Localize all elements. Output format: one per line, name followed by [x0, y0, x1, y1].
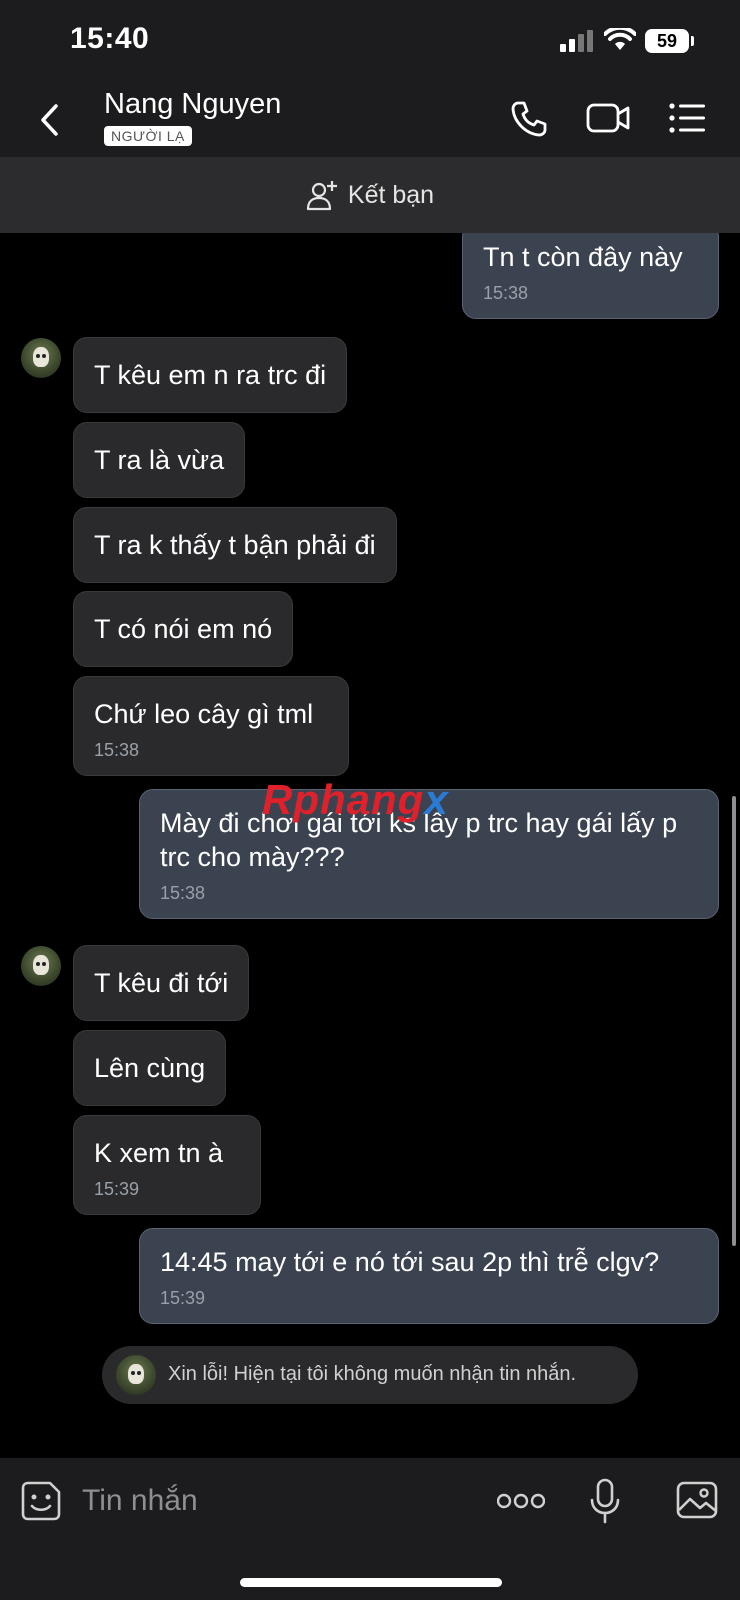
message-bubble-incoming[interactable]: T kêu em n ra trc đi [73, 337, 348, 413]
message-text: T kêu đi tới [94, 968, 229, 998]
contact-avatar[interactable] [21, 946, 61, 986]
message-time: 15:39 [94, 1179, 140, 1199]
message-time: 15:38 [483, 283, 529, 303]
watermark-part: x [424, 776, 449, 823]
message-bubble-outgoing[interactable]: 14:45 may tới e nó tới sau 2p thì trễ cl… [139, 1228, 719, 1324]
scrollbar[interactable] [732, 796, 736, 1246]
message-text: T ra k thấy t bận phải đi [94, 530, 376, 560]
message-text: 14:45 may tới e nó tới sau 2p thì trễ cl… [160, 1247, 660, 1277]
message-input[interactable]: Tin nhắn [82, 1484, 198, 1518]
chevron-left-icon[interactable] [38, 102, 62, 138]
image-gallery-icon[interactable] [676, 1480, 718, 1520]
system-notice: Xin lỗi! Hiện tại tôi không muốn nhận ti… [102, 1346, 638, 1404]
status-time: 15:40 [70, 22, 150, 55]
home-indicator[interactable] [240, 1578, 502, 1587]
contact-name[interactable]: Nang Nguyen [104, 88, 281, 121]
more-dots-icon[interactable] [497, 1492, 545, 1510]
message-text: T có nói em nó [94, 614, 273, 644]
status-bar: 15:40 59 [0, 0, 740, 80]
message-bubble-incoming[interactable]: T ra k thấy t bận phải đi [73, 507, 397, 583]
message-time: 15:39 [160, 1288, 206, 1308]
message-text: T kêu em n ra trc đi [94, 360, 327, 390]
battery-level: 59 [645, 29, 689, 53]
person-add-icon [306, 181, 337, 211]
message-text: K xem tn à [94, 1138, 224, 1168]
watermark: Rphangx [262, 776, 449, 824]
battery-tip [691, 36, 694, 46]
add-friend-label: Kết bạn [347, 180, 435, 209]
message-bubble-incoming[interactable]: T ra là vừa [73, 422, 246, 498]
microphone-icon[interactable] [590, 1478, 620, 1524]
add-friend-button[interactable]: Kết bạn [0, 157, 740, 233]
message-bubble-incoming[interactable]: T có nói em nó [73, 591, 294, 667]
message-time: 15:38 [160, 883, 206, 903]
message-time: 15:38 [94, 740, 140, 760]
stranger-badge: NGƯỜI LẠ [104, 126, 192, 146]
chat-header: Nang Nguyen NGƯỜI LẠ [0, 80, 740, 157]
wifi-icon [604, 28, 636, 50]
message-bubble-incoming[interactable]: Lên cùng [73, 1030, 227, 1106]
system-notice-text: Xin lỗi! Hiện tại tôi không muốn nhận ti… [168, 1363, 577, 1385]
message-bubble-incoming[interactable]: Chứ leo cây gì tml 15:38 [73, 676, 349, 776]
message-bubble-incoming[interactable]: T kêu đi tới [73, 945, 250, 1021]
contact-avatar[interactable] [21, 338, 61, 378]
message-bubble-incoming[interactable]: K xem tn à 15:39 [73, 1115, 261, 1215]
sticker-smiley-icon[interactable] [20, 1480, 62, 1522]
phone-icon[interactable] [510, 100, 548, 138]
watermark-part: Rphang [262, 776, 425, 823]
message-text: Lên cùng [94, 1053, 206, 1083]
message-text: Tn t còn đây này [483, 242, 683, 272]
cellular-signal-icon [560, 30, 593, 52]
contact-avatar [116, 1355, 156, 1395]
message-text: Chứ leo cây gì tml [94, 699, 314, 729]
list-menu-icon[interactable] [668, 100, 706, 136]
video-camera-icon[interactable] [586, 100, 630, 136]
message-list[interactable]: Tn t còn đây này 15:38 T kêu em n ra trc… [0, 233, 740, 1458]
message-bubble-outgoing[interactable]: Tn t còn đây này 15:38 [462, 233, 719, 319]
message-text: T ra là vừa [94, 445, 225, 475]
